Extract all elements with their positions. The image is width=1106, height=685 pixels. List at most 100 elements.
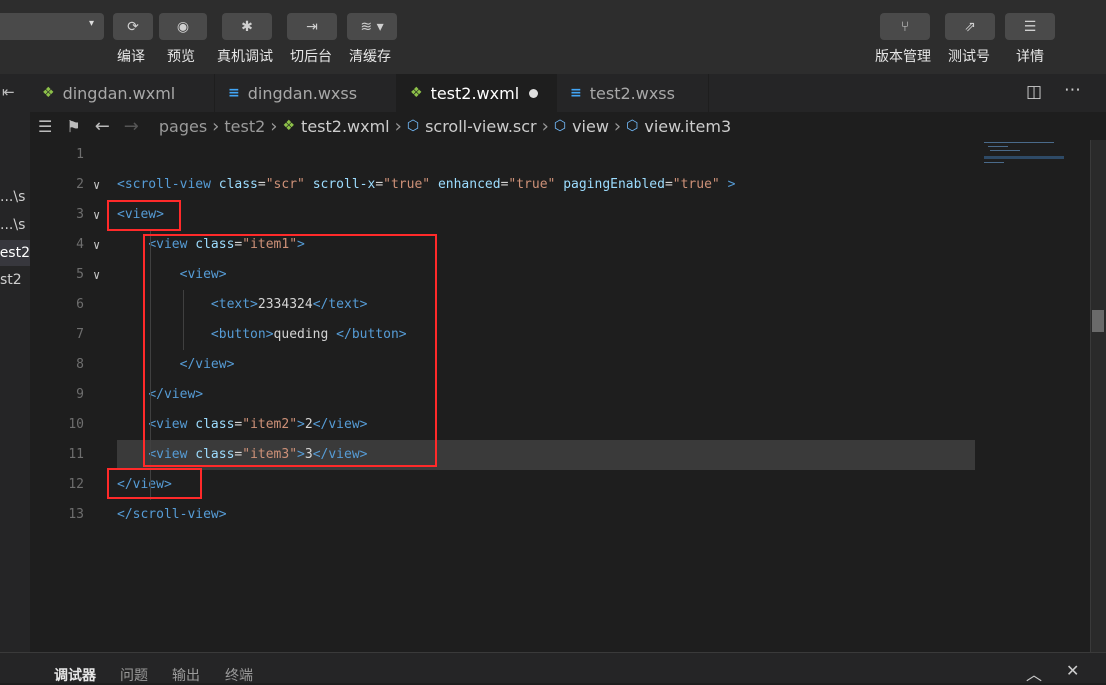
tab-label: test2.wxml [430, 83, 520, 103]
line-number: 8 [76, 357, 84, 372]
code-text: <scroll-view class="scr" scroll-x="true"… [117, 177, 736, 192]
toolbar-label: 预览 [167, 49, 195, 65]
line-number: 9 [76, 387, 84, 402]
toolbar-label: 切后台 [290, 49, 332, 65]
bug-button[interactable]: ✱ [222, 13, 272, 40]
scrollbar-thumb[interactable] [1092, 310, 1104, 332]
toolbar-label: 详情 [1016, 49, 1044, 65]
breadcrumb-item[interactable]: pages [159, 117, 207, 136]
element-icon: ⬡ [626, 118, 639, 134]
line-number: 2 [76, 177, 84, 192]
line-number: 12 [68, 477, 84, 492]
toolbar-label: 清缓存 [349, 49, 391, 65]
minimap[interactable] [980, 140, 1088, 170]
eye-icon: ◉ [176, 18, 190, 35]
close-icon[interactable]: ✕ [1066, 661, 1079, 680]
highlight-box-children [143, 234, 437, 467]
toolbar: ▾ ⟳ 编译 ◉ 预览 ✱ 真机调试 ⇥ 切后台 ≋ ▾ 清缓存 ⑂ 版本管理 ⇗ 测试号 ☰ 详情 [0, 0, 1106, 74]
menu-button[interactable]: ☰ [1005, 13, 1055, 40]
external-link-button[interactable]: ⇗ [945, 13, 995, 40]
breadcrumb-separator-icon: › [613, 115, 622, 137]
file-tree-item[interactable]: s\... [0, 212, 30, 238]
highlight-box-view-close [107, 468, 202, 499]
collapse-panel-icon[interactable]: ⇤ [2, 83, 15, 101]
breadcrumb-separator-icon: › [212, 115, 220, 137]
toolbar-label: 真机调试 [217, 49, 273, 65]
debug-panel: 调试器 问题 输出 终端 ︿ ✕ [0, 652, 1106, 685]
breadcrumb: ☰ ⚑ ← → pages › test2 › ❖ test2.wxml › ⬡ scroll-… [30, 112, 1106, 140]
fold-chevron-icon[interactable]: ∨ [93, 260, 100, 290]
breadcrumb-item[interactable]: scroll-view.scr [425, 117, 537, 136]
list-icon[interactable]: ☰ [38, 117, 52, 136]
tab-dingdan-wxss[interactable]: ≡ dingdan.wxss [214, 74, 397, 112]
file-tree-item[interactable]: est2 [0, 240, 30, 266]
vertical-scrollbar[interactable] [1090, 140, 1106, 652]
tab-label: dingdan.wxss [247, 83, 358, 103]
fold-chevron-icon[interactable]: ∨ [93, 230, 100, 260]
line-number: 13 [68, 507, 84, 522]
back-arrow-icon[interactable]: ← [95, 116, 110, 137]
css-file-icon: ≡ [228, 85, 240, 101]
refresh-button[interactable]: ⟳ [113, 13, 153, 40]
eye-button[interactable]: ◉ [159, 13, 207, 40]
file-tree-item[interactable]: s\... [0, 184, 30, 210]
line-number: 3 [76, 207, 84, 222]
layers-icon: ≋ ▾ [360, 18, 384, 35]
split-editor-icon[interactable]: ◫ [1026, 82, 1042, 102]
tab-label: test2.wxss [589, 83, 675, 103]
breadcrumb-item[interactable]: view.item3 [644, 117, 731, 136]
toolbar-label: 测试号 [948, 49, 990, 65]
file-tree-item[interactable]: st2 [0, 267, 30, 293]
breadcrumb-separator-icon: › [541, 115, 549, 137]
line-number: 4 [76, 237, 84, 252]
code-line[interactable]: 13 </scroll-view> [30, 500, 1090, 530]
breadcrumb-separator-icon: › [394, 115, 402, 137]
mode-select[interactable]: ▾ [0, 13, 104, 40]
unsaved-dot-icon[interactable] [529, 88, 539, 98]
line-number: 10 [68, 417, 84, 432]
code-editor[interactable]: 1 2 ∨ <scroll-view class="scr" scroll-x="tr… [30, 140, 1090, 652]
chevron-up-icon[interactable]: ︿ [1026, 661, 1042, 685]
toolbar-label: 版本管理 [875, 49, 931, 65]
toolbar-label: 编译 [117, 49, 145, 65]
layers-button[interactable]: ≋ ▾ [347, 13, 397, 40]
wxml-file-icon: ❖ [282, 118, 296, 134]
css-file-icon: ≡ [570, 85, 582, 101]
panel-tab[interactable]: 问题 [120, 665, 148, 685]
code-line[interactable]: 2 ∨ <scroll-view class="scr" scroll-x="tru… [30, 170, 1090, 200]
code-line[interactable]: 3 ∨ <view> [30, 200, 1090, 230]
editor-tab-bar: ⇤ ❖ dingdan.wxml ≡ dingdan.wxss ❖ test2.wxml ≡… [0, 74, 1106, 112]
tab-label: dingdan.wxml [62, 83, 176, 103]
more-actions-icon[interactable]: ⋯ [1064, 80, 1081, 100]
refresh-icon: ⟳ [127, 18, 139, 35]
line-number: 11 [68, 447, 84, 462]
switch-button[interactable]: ⇥ [287, 13, 337, 40]
line-number: 1 [76, 147, 84, 162]
panel-tab[interactable]: 输出 [172, 665, 200, 685]
breadcrumb-item[interactable]: test2.wxml [301, 117, 390, 136]
branch-button[interactable]: ⑂ [880, 13, 930, 40]
tab-dingdan-wxml[interactable]: ❖ dingdan.wxml [28, 74, 215, 112]
line-number: 7 [76, 327, 84, 342]
code-line[interactable]: 1 [30, 140, 1090, 170]
bookmark-icon[interactable]: ⚑ [66, 117, 80, 136]
breadcrumb-item[interactable]: test2 [224, 117, 265, 136]
fold-chevron-icon[interactable]: ∨ [93, 200, 100, 230]
breadcrumb-item[interactable]: view [572, 117, 609, 136]
code-text: </scroll-view> [117, 507, 227, 522]
element-icon: ⬡ [406, 118, 420, 134]
fold-chevron-icon[interactable]: ∨ [93, 170, 100, 200]
panel-tab[interactable]: 调试器 [54, 665, 96, 685]
bug-icon: ✱ [241, 18, 253, 35]
forward-arrow-icon[interactable]: → [124, 116, 139, 137]
tab-test2-wxml[interactable]: ❖ test2.wxml [396, 74, 557, 112]
menu-icon: ☰ [1023, 18, 1037, 35]
breadcrumb-separator-icon: › [270, 115, 278, 137]
line-number: 6 [76, 297, 84, 312]
tab-test2-wxss[interactable]: ≡ test2.wxss [556, 74, 709, 112]
wxml-file-icon: ❖ [42, 85, 55, 101]
line-number: 5 [76, 267, 84, 282]
panel-tab[interactable]: 终端 [225, 665, 253, 685]
branch-icon: ⑂ [900, 18, 910, 35]
element-icon: ⬡ [553, 118, 567, 134]
